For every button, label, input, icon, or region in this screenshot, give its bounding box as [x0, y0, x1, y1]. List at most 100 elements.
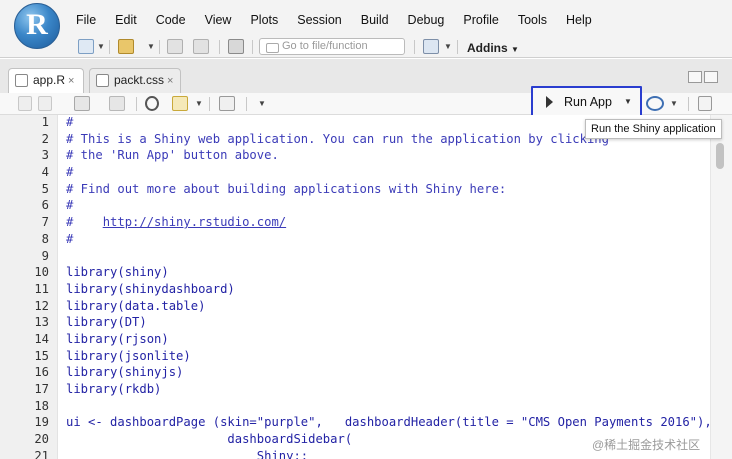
print-icon[interactable]	[228, 39, 244, 54]
toolbar-divider	[414, 40, 415, 54]
scrollbar-thumb[interactable]	[716, 143, 724, 169]
code-line[interactable]: 4 #	[0, 165, 710, 182]
line-number: 15	[34, 348, 49, 363]
menu-item-code[interactable]: Code	[156, 13, 186, 27]
chevron-down-icon: ▼	[511, 45, 519, 54]
play-icon	[546, 96, 553, 108]
code-text: #	[66, 165, 74, 180]
maximize-pane-icon[interactable]	[704, 71, 718, 83]
code-text: library(shiny)	[66, 265, 169, 280]
line-number: 13	[34, 315, 49, 330]
line-number: 11	[34, 281, 49, 296]
url-link[interactable]: http://shiny.rstudio.com/	[103, 215, 286, 229]
save-icon[interactable]	[167, 39, 183, 54]
close-icon[interactable]: ×	[167, 75, 173, 87]
menu-item-tools[interactable]: Tools	[518, 13, 547, 27]
code-editor[interactable]: 1 #2 # This is a Shiny web application. Yo…	[0, 115, 732, 459]
search-icon[interactable]	[145, 96, 159, 111]
line-number: 5	[41, 181, 49, 196]
menu-item-view[interactable]: View	[205, 13, 232, 27]
menu-item-plots[interactable]: Plots	[250, 13, 278, 27]
code-line[interactable]: 3 # the 'Run App' button above.	[0, 148, 710, 165]
code-line[interactable]: 8 #	[0, 232, 710, 249]
line-number: 1	[41, 115, 49, 129]
code-line[interactable]: 10 library(shiny)	[0, 265, 710, 282]
code-text: Shiny::	[66, 448, 309, 459]
vertical-scrollbar[interactable]	[710, 115, 732, 459]
menu-item-help[interactable]: Help	[566, 13, 592, 27]
toolbar-divider	[109, 40, 110, 54]
chevron-down-icon[interactable]: ▼	[258, 99, 266, 108]
pane-controls	[686, 71, 718, 83]
code-text: library(jsonlite)	[66, 348, 191, 363]
code-line[interactable]: 5 # Find out more about building applicat…	[0, 182, 710, 199]
grid-layout-icon[interactable]	[423, 39, 439, 54]
open-folder-icon[interactable]	[118, 39, 134, 54]
code-lines: 1 #2 # This is a Shiny web application. Yo…	[0, 115, 712, 459]
menu-item-edit[interactable]: Edit	[115, 13, 137, 27]
menu-item-debug[interactable]: Debug	[408, 13, 445, 27]
chevron-down-icon[interactable]: ▼	[147, 42, 155, 51]
css-file-icon	[96, 74, 109, 87]
back-arrow-icon[interactable]	[18, 96, 32, 111]
show-in-window-icon[interactable]	[74, 96, 90, 111]
tab-packt-css[interactable]: packt.css ×	[89, 68, 181, 93]
code-text: library(shinydashboard)	[66, 281, 235, 296]
code-line[interactable]: 9	[0, 249, 710, 266]
line-number: 16	[34, 365, 49, 380]
publish-icon[interactable]	[646, 96, 664, 111]
line-number: 20	[34, 432, 49, 447]
line-number: 17	[34, 382, 49, 396]
close-icon[interactable]: ×	[68, 75, 74, 87]
code-text: ui <- dashboardPage (skin="purple", dash…	[66, 415, 712, 430]
forward-arrow-icon[interactable]	[38, 96, 52, 111]
code-line[interactable]: 12 library(data.table)	[0, 299, 710, 316]
chevron-down-icon[interactable]: ▼	[444, 42, 452, 51]
document-outline-icon[interactable]	[698, 96, 712, 111]
code-line[interactable]: 11 library(shinydashboard)	[0, 282, 710, 299]
go-to-file-input[interactable]: Go to file/function	[259, 38, 405, 55]
code-line[interactable]: 17 library(rkdb)	[0, 382, 710, 399]
run-app-tooltip: Run the Shiny application	[585, 119, 722, 139]
code-line[interactable]: 19 ui <- dashboardPage (skin="purple", da…	[0, 415, 712, 432]
chevron-down-icon[interactable]: ▼	[670, 99, 678, 108]
line-number: 8	[41, 231, 49, 246]
run-app-button[interactable]: Run App ▼	[531, 86, 642, 118]
code-text: # Find out more about building applicati…	[66, 181, 507, 196]
addins-menu[interactable]: Addins ▼	[467, 41, 519, 55]
save-all-icon[interactable]	[193, 39, 209, 54]
line-number: 9	[41, 248, 49, 263]
line-number: 2	[41, 131, 49, 146]
new-file-icon[interactable]	[78, 39, 94, 54]
code-line[interactable]: 6 #	[0, 198, 710, 215]
code-text: library(data.table)	[66, 298, 206, 313]
code-line[interactable]: 13 library(DT)	[0, 315, 710, 332]
compile-report-icon[interactable]	[219, 96, 235, 111]
line-number: 6	[41, 198, 49, 213]
code-line[interactable]: 14 library(rjson)	[0, 332, 710, 349]
line-number: 19	[34, 415, 49, 430]
tab-app-r[interactable]: app.R ×	[8, 68, 84, 93]
code-line[interactable]: 16 library(shinyjs)	[0, 365, 710, 382]
chevron-down-icon[interactable]: ▼	[195, 99, 203, 108]
save-icon[interactable]	[109, 96, 125, 111]
line-number: 10	[34, 265, 49, 280]
menu-item-profile[interactable]: Profile	[463, 13, 498, 27]
menu-item-file[interactable]: File	[76, 13, 96, 27]
code-line[interactable]: 15 library(jsonlite)	[0, 349, 710, 366]
magic-wand-icon[interactable]	[172, 96, 188, 111]
rstudio-logo: R	[14, 3, 60, 49]
code-text: # the 'Run App' button above.	[66, 148, 279, 163]
toolbar-divider	[136, 97, 137, 111]
menu-item-session[interactable]: Session	[297, 13, 341, 27]
menu-item-build[interactable]: Build	[361, 13, 389, 27]
code-text: # This is a Shiny web application. You c…	[66, 131, 609, 146]
minimize-pane-icon[interactable]	[688, 71, 702, 83]
code-line[interactable]: 7 # http://shiny.rstudio.com/	[0, 215, 710, 232]
main-toolbar: ▼ ▼ Go to file/function ▼ Addins ▼	[0, 36, 732, 58]
chevron-down-icon[interactable]: ▼	[624, 97, 632, 106]
chevron-down-icon[interactable]: ▼	[97, 42, 105, 51]
code-line[interactable]: 18	[0, 399, 710, 416]
toolbar-divider	[688, 97, 689, 111]
r-file-icon	[15, 74, 28, 87]
